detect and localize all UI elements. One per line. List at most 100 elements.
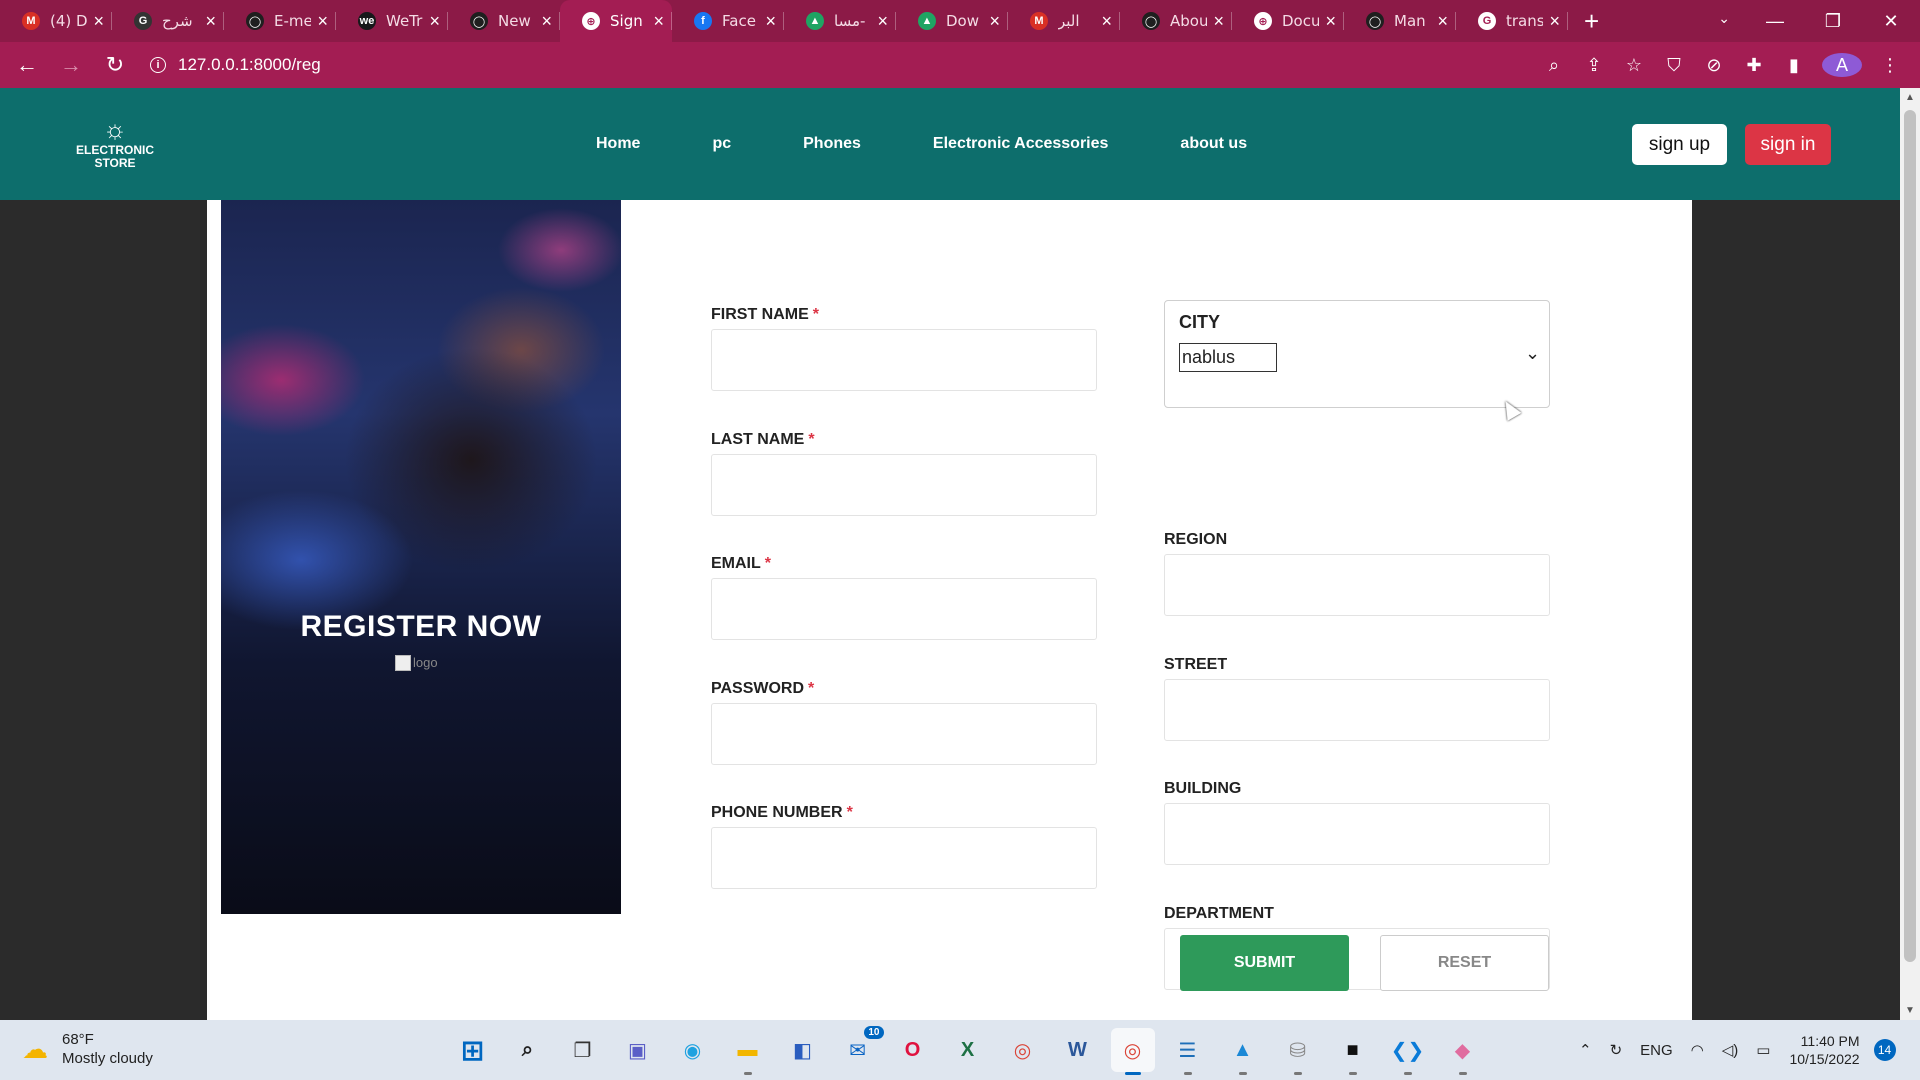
store-icon[interactable]: ◧ [781,1028,825,1072]
browser-tab[interactable]: ◯ E-me × [224,0,336,42]
url-text[interactable]: 127.0.0.1:8000/reg [178,55,321,75]
search-icon[interactable]: ⌕ [506,1028,550,1072]
close-tab-icon[interactable]: × [541,11,552,32]
browser-tab[interactable]: Gtrans × [1456,0,1568,42]
start-windows-icon[interactable]: ⊞ [451,1028,495,1072]
extensions-puzzle-icon[interactable]: ✚ [1734,55,1774,76]
extension-shield-icon[interactable]: ⛉ [1654,55,1694,76]
wifi-icon[interactable]: ◠ [1691,1041,1704,1059]
browser-tab[interactable]: ▲ مسا- × [784,0,896,42]
minimize-icon[interactable]: — [1746,11,1804,32]
store-logo[interactable]: ☼ ELECTRONIC STORE [70,114,160,170]
file-explorer-icon[interactable]: ▬ [726,1028,770,1075]
chrome-icon[interactable]: ◎ [1001,1028,1045,1072]
back-icon[interactable]: ← [10,52,44,78]
scroll-down-icon[interactable]: ▼ [1905,1005,1915,1016]
submit-button[interactable]: SUBMIT [1180,935,1349,991]
database-icon[interactable]: ⛁ [1276,1028,1320,1075]
browser-tab[interactable]: ⊕ Docu × [1232,0,1344,42]
text-input[interactable] [1164,803,1550,865]
nav-link[interactable]: pc [712,135,731,153]
browser-tab[interactable]: ⊕ Sign × [560,0,672,42]
reload-icon[interactable]: ↻ [98,52,132,78]
close-tab-icon[interactable]: × [1437,11,1448,32]
git-tool-icon[interactable]: ◆ [1441,1028,1485,1075]
sync-icon[interactable]: ↻ [1610,1041,1623,1059]
share-icon[interactable]: ⇪ [1574,55,1614,76]
battery-icon[interactable]: ▭ [1756,1041,1770,1059]
chevron-up-icon[interactable]: ⌃ [1579,1041,1592,1059]
nav-link[interactable]: Electronic Accessories [933,135,1109,153]
page-scrollbar[interactable]: ▲ ▼ [1900,88,1920,1020]
chrome-profile-icon[interactable]: ◎ [1110,1028,1155,1075]
tab-search-icon[interactable]: ⌄ [1718,10,1730,27]
weather-widget[interactable]: ☁ 68°F Mostly cloudy [22,1030,153,1068]
omnibox[interactable]: i 127.0.0.1:8000/reg [140,47,1580,83]
word-icon[interactable]: W [1056,1028,1100,1072]
close-tab-icon[interactable]: × [317,11,328,32]
close-tab-icon[interactable]: × [93,11,104,32]
text-input[interactable] [711,578,1097,640]
text-input[interactable] [1164,554,1550,616]
close-tab-icon[interactable]: × [877,11,888,32]
close-tab-icon[interactable]: × [205,11,216,32]
vscode-icon[interactable]: ❮❯ [1386,1028,1430,1075]
notification-badge[interactable]: 14 [1873,1039,1896,1061]
teams-chat-icon[interactable]: ▣ [616,1028,660,1072]
text-input[interactable] [711,827,1097,889]
volume-icon[interactable]: ◁) [1722,1041,1739,1059]
browser-tab[interactable]: M البر × [1008,0,1120,42]
site-info-icon[interactable]: i [150,57,166,73]
nav-link[interactable]: Home [596,135,640,153]
compass-icon[interactable]: ⊘ [1694,55,1734,76]
mail-icon[interactable]: ✉ 10 [836,1026,884,1072]
sign-up-button[interactable]: sign up [1632,124,1727,165]
city-select[interactable]: CITY nablus ⌄ [1164,300,1550,408]
close-tab-icon[interactable]: × [765,11,776,32]
close-tab-icon[interactable]: × [429,11,440,32]
browser-tab[interactable]: M (4) D × [0,0,112,42]
browser-tab[interactable]: ◯ New × [448,0,560,42]
close-tab-icon[interactable]: × [1325,11,1336,32]
browser-tab[interactable]: ◯ Abou × [1120,0,1232,42]
forward-icon[interactable]: → [54,52,88,78]
close-tab-icon[interactable]: × [1101,11,1112,32]
scroll-thumb[interactable] [1904,110,1916,962]
side-panel-icon[interactable]: ▮ [1774,55,1814,76]
browser-tab[interactable]: ◯ Man × [1344,0,1456,42]
notepad-icon[interactable]: ☰ [1166,1028,1210,1075]
browser-tab[interactable]: ▲ Dow × [896,0,1008,42]
browser-tab[interactable]: we WeTr × [336,0,448,42]
text-input[interactable] [711,453,1097,516]
close-tab-icon[interactable]: × [1549,11,1560,32]
photos-icon[interactable]: ▲ [1221,1028,1265,1075]
city-select-value[interactable]: nablus [1179,343,1277,372]
clock[interactable]: 11:40 PM 10/15/2022 [1789,1032,1859,1068]
opera-icon[interactable]: O [891,1028,935,1072]
text-input[interactable] [711,702,1097,765]
language-indicator[interactable]: ENG [1640,1042,1673,1059]
profile-avatar[interactable]: A [1822,53,1862,77]
zoom-icon[interactable]: ⌕ [1534,55,1574,76]
new-tab-button[interactable]: + [1584,6,1599,37]
task-view-icon[interactable]: ❐ [561,1028,605,1072]
excel-icon[interactable]: X [946,1028,990,1072]
edge-icon[interactable]: ◉ [671,1028,715,1072]
nav-link[interactable]: about us [1180,135,1247,153]
nav-link[interactable]: Phones [803,135,861,153]
menu-kebab-icon[interactable]: ⋮ [1870,55,1910,76]
bookmark-star-icon[interactable]: ☆ [1614,55,1654,76]
sign-in-button[interactable]: sign in [1745,124,1831,165]
restore-icon[interactable]: ❐ [1804,11,1862,32]
reset-button[interactable]: RESET [1380,935,1549,991]
scroll-up-icon[interactable]: ▲ [1905,92,1915,103]
terminal-icon[interactable]: ■ [1331,1028,1375,1075]
text-input[interactable] [1164,678,1550,741]
text-input[interactable] [711,329,1097,391]
close-tab-icon[interactable]: × [653,11,664,32]
close-window-icon[interactable]: ✕ [1862,11,1920,32]
close-tab-icon[interactable]: × [1213,11,1224,32]
chevron-down-icon[interactable]: ⌄ [1525,343,1540,364]
browser-tab[interactable]: f Face × [672,0,784,42]
browser-tab[interactable]: G شرح × [112,0,224,42]
